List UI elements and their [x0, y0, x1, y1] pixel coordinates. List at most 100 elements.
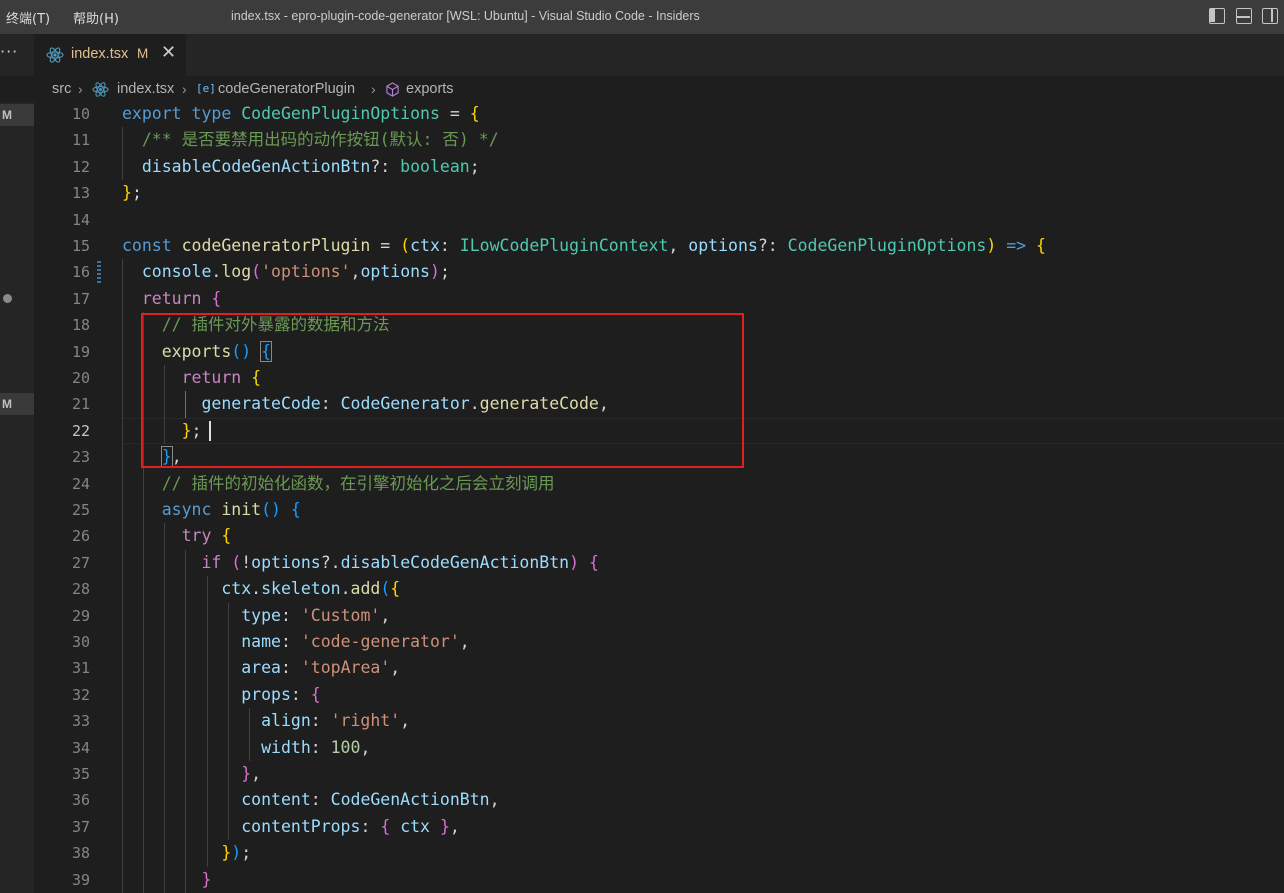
- breadcrumb-symbol[interactable]: codeGeneratorPlugin: [218, 81, 355, 97]
- code-token: console: [141, 262, 212, 282]
- code-token: (: [231, 552, 242, 572]
- indent-guide: [143, 681, 145, 709]
- indent-guide: [248, 734, 250, 761]
- indent-guide: [164, 840, 166, 867]
- code-token: log: [221, 262, 252, 282]
- code-text: const codeGeneratorPlugin = (ctx: ILowCo…: [122, 233, 1046, 259]
- line-number: 28: [71, 580, 90, 599]
- indent-guide: [143, 840, 145, 867]
- code-text: };: [122, 180, 142, 206]
- code-token: async: [161, 500, 222, 519]
- breadcrumb-src[interactable]: src: [52, 81, 71, 97]
- code-token: options: [360, 262, 430, 282]
- code-token: ): [231, 843, 242, 863]
- code-text: async init() {: [122, 497, 301, 523]
- indent-guide: [143, 497, 145, 524]
- code-token: ;: [131, 183, 142, 203]
- line-number: 20: [71, 369, 90, 387]
- code-token: 'code-generator': [300, 632, 460, 651]
- indent-guide: [206, 708, 208, 735]
- indent-guide: [122, 338, 123, 365]
- code-token: 'right': [330, 711, 401, 731]
- close-icon[interactable]: ✕: [161, 44, 176, 62]
- indent-guide: [185, 734, 187, 761]
- tab-index-tsx[interactable]: index.tsx M ✕: [34, 34, 186, 76]
- indent-guide: [164, 523, 166, 550]
- code-token: /** 是否要禁用出码的动作按钮(默认: 否) */: [122, 130, 499, 150]
- indent-guide: [185, 761, 187, 788]
- chevron-right-icon: ›: [182, 81, 187, 97]
- code-token: ?:: [757, 236, 788, 255]
- react-icon: [46, 47, 64, 63]
- code-token: :: [310, 711, 331, 731]
- toggle-panel-icon[interactable]: [1236, 8, 1252, 24]
- indent-guide: [164, 602, 166, 629]
- code-line: 14: [34, 207, 1284, 233]
- modified-badge: M: [137, 46, 149, 61]
- code-token: ,: [390, 658, 401, 678]
- code-line: 38 });: [34, 840, 1284, 866]
- code-line: 31 area: 'topArea',: [34, 655, 1284, 681]
- indent-guide: [122, 734, 123, 761]
- chevron-right-icon: ›: [371, 81, 376, 97]
- more-actions-icon[interactable]: ···: [0, 42, 18, 61]
- code-token: =>: [1006, 236, 1027, 255]
- indent-guide: [185, 787, 187, 814]
- breadcrumb-member[interactable]: exports: [406, 81, 454, 97]
- line-number: 14: [71, 210, 90, 229]
- indent-guide: [206, 840, 208, 867]
- chevron-right-icon: ›: [78, 81, 83, 97]
- code-line: 10 export type CodeGenPluginOptions = {: [34, 102, 1284, 127]
- code-token: =: [439, 104, 470, 123]
- indent-guide: [185, 681, 187, 709]
- indent-guide: [143, 866, 145, 893]
- code-line: 35 },: [34, 761, 1284, 787]
- menu-terminal[interactable]: 终端(T): [6, 8, 50, 27]
- toggle-primary-sidebar-icon[interactable]: [1209, 8, 1225, 24]
- code-token: 'Custom': [300, 605, 381, 625]
- code-editor[interactable]: 10 export type CodeGenPluginOptions = { 11…: [34, 102, 1284, 893]
- toggle-secondary-sidebar-icon[interactable]: [1262, 8, 1278, 24]
- code-text: console.log('options',options);: [122, 259, 450, 285]
- indent-guide: [122, 259, 123, 286]
- code-token: :: [290, 684, 311, 704]
- indent-guide: [185, 655, 187, 682]
- line-number: 25: [71, 501, 90, 519]
- code-token: disableCodeGenActionBtn: [340, 552, 570, 572]
- indent-guide: [122, 549, 123, 577]
- code-token: ;: [241, 843, 252, 863]
- indent-guide: [143, 629, 145, 656]
- code-line: 24 // 插件的初始化函数，在引擎初始化之后会立刻调用: [34, 471, 1284, 497]
- code-token: :: [280, 605, 301, 625]
- code-token: (: [251, 262, 262, 282]
- indent-guide: [122, 391, 123, 418]
- menu-help[interactable]: 帮助(H): [73, 8, 119, 27]
- breadcrumb: src › index.tsx › [e] codeGeneratorPlugi…: [0, 76, 1284, 102]
- code-token: ;: [469, 156, 480, 176]
- code-token: }: [439, 816, 450, 836]
- line-number: 16: [71, 263, 90, 282]
- indent-guide: [122, 761, 123, 788]
- code-line: 13};: [34, 180, 1284, 206]
- indent-guide: [185, 840, 187, 867]
- code-token: props: [241, 684, 291, 704]
- indent-guide: [227, 734, 229, 761]
- annotation-box: [141, 313, 744, 468]
- breadcrumb-file[interactable]: index.tsx: [117, 81, 174, 97]
- method-icon: [386, 82, 399, 97]
- code-line: 16 console.log('options',options);: [34, 259, 1284, 285]
- code-token: 'options': [261, 262, 351, 282]
- indent-guide: [206, 629, 208, 656]
- line-number: 29: [71, 606, 90, 625]
- line-number: 11: [71, 131, 90, 150]
- indent-guide: [227, 681, 229, 709]
- code-token: ctx: [410, 236, 440, 255]
